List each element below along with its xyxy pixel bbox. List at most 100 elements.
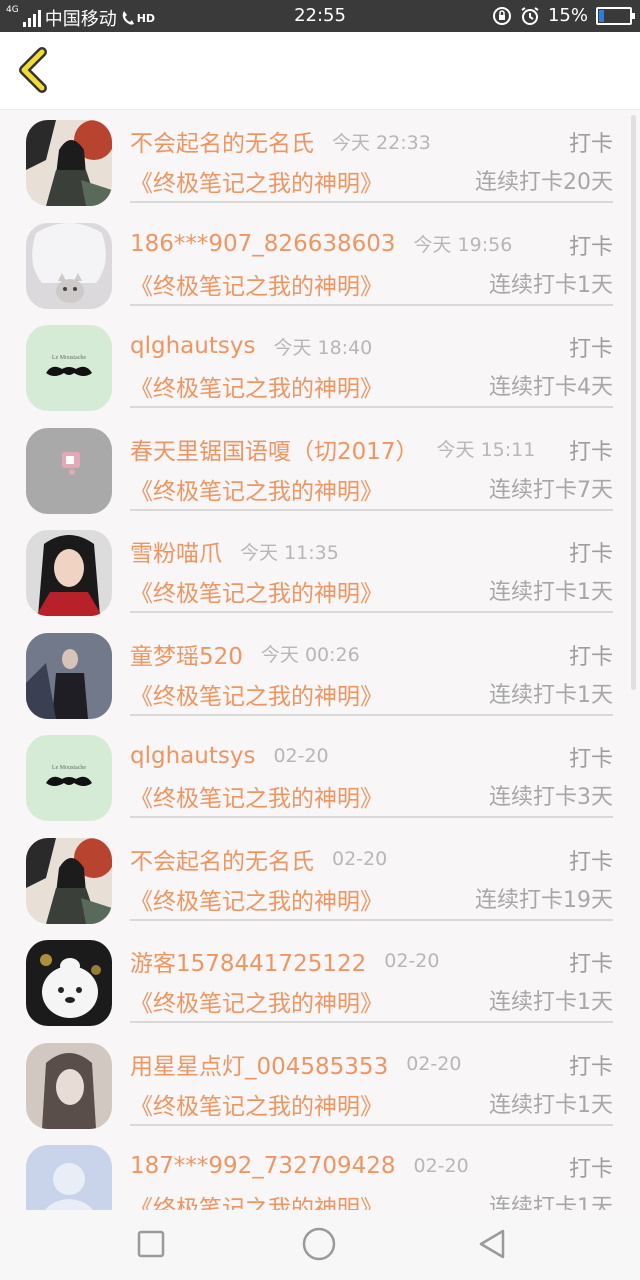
user-name[interactable]: 不会起名的无名氏 bbox=[130, 124, 314, 158]
triangle-back-icon[interactable] bbox=[478, 1228, 506, 1260]
list-item[interactable]: 不会起名的无名氏 02-20 打卡 《终极笔记之我的神明》 连续打卡19天 bbox=[0, 830, 640, 933]
avatar[interactable] bbox=[26, 222, 112, 309]
user-name[interactable]: 童梦瑶520 bbox=[130, 637, 243, 671]
status-bar: 4G 中国移动 HD 22:55 15% bbox=[0, 0, 640, 32]
list-item[interactable]: 187***992_732709428 02-20 打卡《终极笔记之我的神明》 连续打… bbox=[0, 1137, 640, 1210]
entry-time: 02-20 bbox=[406, 1052, 462, 1075]
entry-info: 187***992_732709428 02-20 打卡《终极笔记之我的神明》 连续打… bbox=[130, 1137, 613, 1210]
checkin-label: 打卡 bbox=[568, 1157, 613, 1182]
entry-time: 今天 11:35 bbox=[240, 541, 339, 564]
checkin-list[interactable]: 不会起名的无名氏 今天 22:33 打卡 《终极笔记之我的神明》 连续打卡20天 186*… bbox=[0, 112, 640, 1210]
avatar[interactable]: Le Moustache bbox=[26, 325, 112, 411]
list-item[interactable]: Le Moustache qlghautsys 02-20 打卡《终极笔记之我的神明》… bbox=[0, 727, 640, 830]
entry-time: 今天 15:11 bbox=[436, 439, 536, 461]
entry-header: 用星星点灯_004585353 02-20 bbox=[130, 1047, 613, 1081]
list-item[interactable]: 游客1578441725122 02-20 打卡《终极笔记之我的神明》 连续打卡1天 bbox=[0, 932, 640, 1035]
list-item[interactable]: Le Moustache qlghautsys 今天 18:40 打卡《终极笔记之我的… bbox=[0, 317, 640, 420]
list-item[interactable]: 不会起名的无名氏 今天 22:33 打卡 《终极笔记之我的神明》 连续打卡20天 bbox=[0, 112, 640, 215]
checkin-label: 打卡 bbox=[568, 952, 613, 977]
book-title[interactable]: 《终极笔记之我的神明》 bbox=[130, 882, 383, 916]
entry-info: 186***907_826638603 今天 19:56 打卡 《终极笔记之我的神明》… bbox=[130, 215, 613, 306]
entry-time: 02-20 bbox=[273, 745, 329, 767]
square-icon[interactable] bbox=[137, 1230, 165, 1258]
checkin-label: 打卡 bbox=[568, 542, 613, 567]
entry-time: 今天 00:26 bbox=[260, 644, 360, 666]
book-title[interactable]: 《终极笔记之我的神明》 bbox=[130, 779, 383, 813]
entry-header: qlghautsys 02-20 bbox=[130, 739, 613, 773]
streak-count: 连续打卡1天 bbox=[489, 990, 613, 1015]
entry-header: 童梦瑶520 今天 00:26 bbox=[130, 637, 613, 671]
checkin-label: 打卡 bbox=[568, 849, 613, 875]
entry-time: 02-20 bbox=[384, 950, 440, 972]
avatar[interactable] bbox=[26, 427, 112, 514]
avatar[interactable] bbox=[26, 940, 112, 1026]
streak-count: 连续打卡1天 bbox=[489, 1092, 613, 1118]
streak-count: 连续打卡1天 bbox=[489, 580, 613, 605]
checkin-label: 打卡 bbox=[568, 644, 613, 670]
entry-info: 用星星点灯_004585353 02-20 打卡《终极笔记之我的神明》 连续打卡1天 bbox=[130, 1035, 613, 1126]
entry-info: 不会起名的无名氏 02-20 打卡 《终极笔记之我的神明》 连续打卡19天 bbox=[130, 830, 613, 921]
book-title[interactable]: 《终极笔记之我的神明》 bbox=[130, 369, 383, 403]
list-item[interactable]: 春天里锯国语嗄（切2017） 今天 15:11 打卡 《终极笔记之我的神明》 连续打卡7… bbox=[0, 420, 640, 523]
entry-info: 游客1578441725122 02-20 打卡《终极笔记之我的神明》 连续打卡1天 bbox=[130, 932, 613, 1023]
entry-info: qlghautsys 02-20 打卡《终极笔记之我的神明》 连续打卡3天 bbox=[130, 727, 613, 818]
user-name[interactable]: 不会起名的无名氏 bbox=[130, 842, 314, 876]
svg-text:Le Moustache: Le Moustache bbox=[52, 765, 86, 771]
user-name[interactable]: 雪粉喵爪 bbox=[130, 534, 222, 568]
book-title[interactable]: 《终极笔记之我的神明》 bbox=[130, 1189, 383, 1210]
avatar[interactable] bbox=[26, 1042, 112, 1129]
battery-icon bbox=[596, 6, 635, 25]
user-name[interactable]: qlghautsys bbox=[130, 743, 255, 769]
streak-count: 连续打卡19天 bbox=[475, 887, 613, 913]
book-title[interactable]: 《终极笔记之我的神明》 bbox=[130, 1087, 383, 1121]
user-name[interactable]: qlghautsys bbox=[130, 333, 255, 359]
user-name[interactable]: 游客1578441725122 bbox=[130, 944, 366, 978]
entry-header: 186***907_826638603 今天 19:56 bbox=[130, 227, 613, 261]
entry-time: 今天 19:56 bbox=[413, 234, 513, 256]
avatar[interactable] bbox=[26, 632, 112, 719]
checkin-label: 打卡 bbox=[568, 132, 613, 157]
streak-count: 连续打卡1天 bbox=[489, 1195, 613, 1210]
book-title[interactable]: 《终极笔记之我的神明》 bbox=[130, 677, 383, 711]
back-button[interactable] bbox=[12, 46, 56, 94]
user-name[interactable]: 春天里锯国语嗄（切2017） bbox=[130, 432, 419, 466]
checkin-label: 打卡 bbox=[568, 747, 613, 772]
entry-info: 不会起名的无名氏 今天 22:33 打卡 《终极笔记之我的神明》 连续打卡20天 bbox=[130, 112, 613, 203]
svg-text:Le Moustache: Le Moustache bbox=[52, 355, 86, 361]
user-name[interactable]: 用星星点灯_004585353 bbox=[130, 1047, 388, 1081]
avatar[interactable]: Le Moustache bbox=[26, 735, 112, 821]
avatar[interactable] bbox=[26, 1145, 112, 1210]
list-item[interactable]: 用星星点灯_004585353 02-20 打卡《终极笔记之我的神明》 连续打卡1天 bbox=[0, 1035, 640, 1138]
user-name[interactable]: 187***992_732709428 bbox=[130, 1153, 396, 1179]
avatar[interactable] bbox=[26, 120, 112, 206]
entry-info: 春天里锯国语嗄（切2017） 今天 15:11 打卡 《终极笔记之我的神明》 连续打卡7… bbox=[130, 420, 613, 511]
entry-header: 游客1578441725122 02-20 bbox=[130, 944, 613, 978]
streak-count: 连续打卡1天 bbox=[489, 272, 613, 298]
streak-count: 连续打卡7天 bbox=[489, 477, 613, 503]
entry-info: qlghautsys 今天 18:40 打卡 《终极笔记之我的神明》 连续打卡4天 bbox=[130, 317, 613, 408]
book-title[interactable]: 《终极笔记之我的神明》 bbox=[130, 472, 383, 506]
list-item[interactable]: 雪粉喵爪 今天 11:35 打卡《终极笔记之我的神明》 连续打卡1天 bbox=[0, 522, 640, 625]
entry-info: 雪粉喵爪 今天 11:35 打卡《终极笔记之我的神明》 连续打卡1天 bbox=[130, 522, 613, 613]
entry-time: 今天 22:33 bbox=[332, 131, 431, 154]
book-title[interactable]: 《终极笔记之我的神明》 bbox=[130, 574, 383, 608]
alarm-icon bbox=[521, 6, 539, 25]
book-title[interactable]: 《终极笔记之我的神明》 bbox=[130, 164, 383, 198]
avatar[interactable] bbox=[26, 837, 112, 924]
scrollbar[interactable] bbox=[631, 115, 636, 690]
avatar[interactable] bbox=[26, 530, 112, 616]
streak-count: 连续打卡1天 bbox=[489, 682, 613, 708]
list-item[interactable]: 186***907_826638603 今天 19:56 打卡 《终极笔记之我的神明》… bbox=[0, 215, 640, 318]
book-title[interactable]: 《终极笔记之我的神明》 bbox=[130, 267, 383, 301]
user-name[interactable]: 186***907_826638603 bbox=[130, 231, 396, 257]
entry-header: qlghautsys 今天 18:40 bbox=[130, 329, 613, 363]
list-item[interactable]: 童梦瑶520 今天 00:26 打卡《终极笔记之我的神明》 连续打卡1天 bbox=[0, 625, 640, 728]
entry-info: 童梦瑶520 今天 00:26 打卡《终极笔记之我的神明》 连续打卡1天 bbox=[130, 625, 613, 716]
circle-icon[interactable] bbox=[302, 1227, 336, 1261]
rotation-lock-icon bbox=[492, 6, 511, 25]
checkin-label: 打卡 bbox=[568, 1054, 613, 1080]
entry-header: 187***992_732709428 02-20 bbox=[130, 1149, 613, 1183]
book-title[interactable]: 《终极笔记之我的神明》 bbox=[130, 984, 383, 1018]
checkin-label: 打卡 bbox=[568, 337, 613, 362]
streak-count: 连续打卡3天 bbox=[489, 785, 613, 810]
